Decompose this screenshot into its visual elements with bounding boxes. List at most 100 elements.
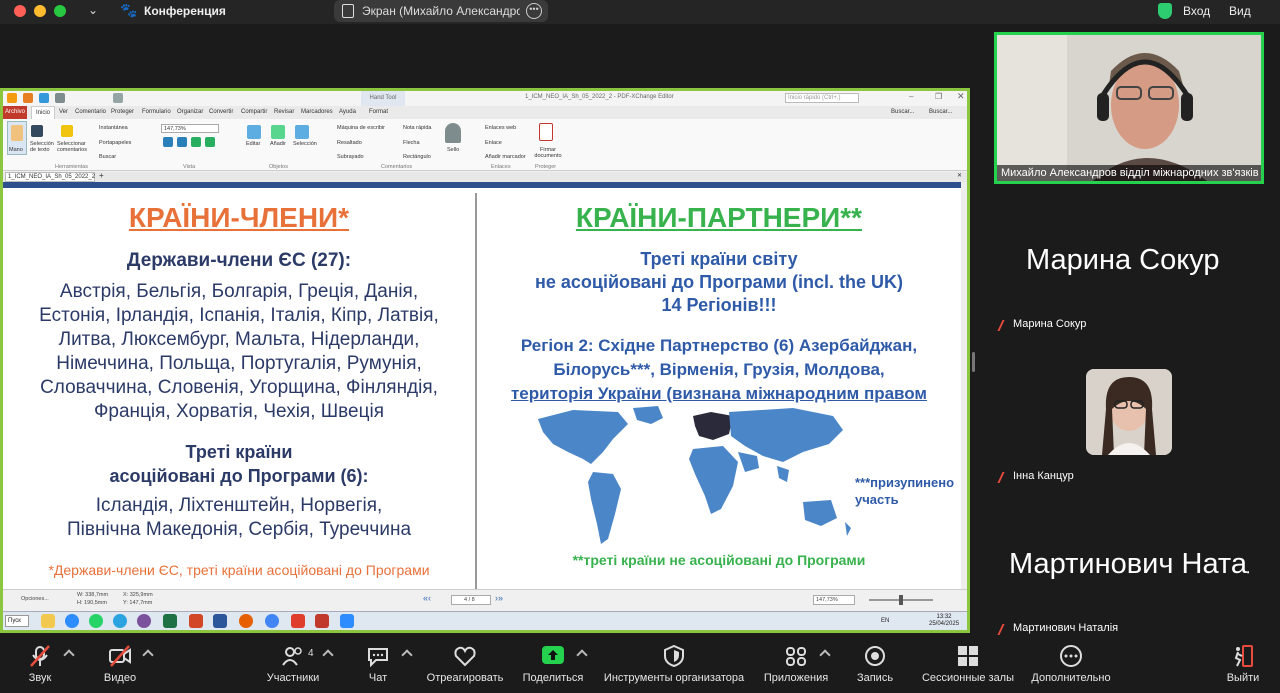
skype-icon[interactable] <box>65 614 79 628</box>
mute-button[interactable]: Звук <box>10 635 70 693</box>
first-page-icon[interactable]: «‹ <box>423 593 431 603</box>
wps-icon[interactable] <box>291 614 305 628</box>
chevron-down-icon[interactable]: ⌄ <box>88 3 98 17</box>
taskbar-clock[interactable]: 13:32 25/04/2025 <box>929 614 959 628</box>
resaltado-button[interactable]: Resaltado <box>337 140 362 146</box>
chat-button[interactable]: Чат <box>350 635 406 693</box>
tab-compartir[interactable]: Compartir <box>241 109 267 115</box>
pdf-restore-button[interactable]: ❐ <box>935 92 942 101</box>
telegram-icon[interactable] <box>113 614 127 628</box>
pdf-minimize-button[interactable]: – <box>909 92 913 101</box>
security-shield-icon[interactable] <box>1158 3 1172 19</box>
react-button[interactable]: Отреагировать <box>420 635 510 693</box>
more-options-icon[interactable]: ••• <box>526 3 542 19</box>
firmar-documento-button[interactable]: Firmar documento <box>533 147 563 159</box>
enlace-button[interactable]: Enlace <box>485 140 502 146</box>
edit-icon[interactable] <box>247 125 261 139</box>
pdf-vertical-scrollbar[interactable] <box>961 182 967 589</box>
screen-share-pill[interactable]: Экран (Михайло Александров) ••• <box>334 0 548 22</box>
host-tools-button[interactable]: Инструменты организатора <box>598 635 750 693</box>
fit-width-icon[interactable] <box>177 137 187 147</box>
buscar-button-1[interactable]: Buscar... <box>891 109 914 115</box>
zoom-app-icon[interactable] <box>340 614 354 628</box>
participant-tile-name[interactable]: Мартинович Наталія <box>1009 548 1249 581</box>
save-icon[interactable] <box>39 93 49 103</box>
rectangulo-button[interactable]: Rectángulo <box>403 154 431 160</box>
document-tab[interactable]: 1_ICM_NEO_IA_Sh_05_2022_2 <box>5 172 95 182</box>
nota-rapida-button[interactable]: Nota rápida <box>403 125 431 131</box>
tab-formulario[interactable]: Formulario <box>142 109 171 115</box>
text-select-icon[interactable] <box>31 125 43 137</box>
rotate-right-icon[interactable] <box>205 137 215 147</box>
tab-archivo[interactable]: Archivo <box>3 106 27 119</box>
anadir-button[interactable]: Añadir <box>270 141 286 147</box>
subrayado-button[interactable]: Subrayado <box>337 154 364 160</box>
seleccion-button[interactable]: Selección <box>293 141 317 147</box>
tab-inicio[interactable]: Inicio <box>31 106 56 119</box>
status-zoom-input[interactable]: 147,73% <box>813 595 855 605</box>
chrome-icon[interactable] <box>265 614 279 628</box>
zoom-input[interactable]: 147,73% <box>161 124 219 133</box>
tab-organizar[interactable]: Organizar <box>177 109 203 115</box>
maximize-window-button[interactable] <box>54 5 66 17</box>
firefox-icon[interactable] <box>239 614 253 628</box>
viber-icon[interactable] <box>137 614 151 628</box>
powerpoint-icon[interactable] <box>189 614 203 628</box>
tab-comentario[interactable]: Comentario <box>75 109 106 115</box>
video-button[interactable]: Видео <box>88 635 152 693</box>
page-number-input[interactable]: 4 / 8 <box>451 595 491 605</box>
pdf-close-button[interactable]: ✕ <box>957 91 965 102</box>
active-speaker-tile[interactable]: Михайло Александров відділ міжнародних з… <box>994 32 1264 184</box>
opciones-button[interactable]: Opciones... <box>21 596 49 602</box>
tab-ver[interactable]: Ver <box>59 109 68 115</box>
tab-convertir[interactable]: Convertir <box>209 109 233 115</box>
participant-avatar[interactable] <box>1086 369 1172 455</box>
breakout-rooms-button[interactable]: Сессионные залы <box>916 635 1020 693</box>
maquina-button[interactable]: Máquina de escribir <box>337 125 385 131</box>
participant-tile-name[interactable]: Марина Сокур <box>1026 244 1220 277</box>
portapapeles-button[interactable]: Portapapeles <box>99 140 131 146</box>
start-button[interactable]: Пуск <box>5 615 29 627</box>
record-button[interactable]: Запись <box>848 635 902 693</box>
close-document-icon[interactable]: ✕ <box>957 172 962 179</box>
word-icon[interactable] <box>213 614 227 628</box>
print-icon[interactable] <box>55 93 65 103</box>
explorer-icon[interactable] <box>41 614 55 628</box>
quick-launch-input[interactable]: Inicio rápido (Ctrl+.) <box>785 93 859 103</box>
enlaces-web-button[interactable]: Enlaces web <box>485 125 516 131</box>
add-icon[interactable] <box>271 125 285 139</box>
new-tab-icon[interactable]: + <box>99 171 104 180</box>
minimize-window-button[interactable] <box>34 5 46 17</box>
zoom-slider-thumb[interactable] <box>899 595 903 605</box>
excel-icon[interactable] <box>163 614 177 628</box>
panel-resize-handle[interactable] <box>972 352 975 372</box>
tab-revisar[interactable]: Revisar <box>274 109 294 115</box>
view-menu-button[interactable]: Вид <box>1229 4 1251 18</box>
tab-proteger[interactable]: Proteger <box>111 109 134 115</box>
share-screen-button[interactable]: Поделиться <box>516 635 590 693</box>
pdf-editor-icon[interactable] <box>315 614 329 628</box>
stamp-icon[interactable] <box>445 123 461 143</box>
language-indicator[interactable]: EN <box>881 618 889 624</box>
whatsapp-icon[interactable] <box>89 614 103 628</box>
tab-ayuda[interactable]: Ayuda <box>339 109 356 115</box>
undo-icon[interactable] <box>113 93 123 103</box>
fit-page-icon[interactable] <box>163 137 173 147</box>
leave-button[interactable]: Выйти <box>1218 635 1268 693</box>
sello-button[interactable]: Sello <box>447 147 459 153</box>
selection-icon[interactable] <box>295 125 309 139</box>
buscar-button-2[interactable]: Buscar... <box>929 109 952 115</box>
tab-format[interactable]: Format <box>369 109 388 115</box>
participants-button[interactable]: 4 Участники <box>258 635 328 693</box>
login-button[interactable]: Вход <box>1183 4 1210 18</box>
flecha-button[interactable]: Flecha <box>403 140 420 146</box>
apps-button[interactable]: Приложения <box>758 635 834 693</box>
select-comments-icon[interactable] <box>61 125 73 137</box>
instantanea-button[interactable]: Instantánea <box>99 125 128 131</box>
rotate-icon[interactable] <box>191 137 201 147</box>
buscar-ribbon-button[interactable]: Buscar <box>99 154 116 160</box>
anadir-marcador-button[interactable]: Añadir marcador <box>485 154 526 160</box>
open-icon[interactable] <box>23 93 33 103</box>
editar-button[interactable]: Editar <box>246 141 260 147</box>
tab-marcadores[interactable]: Marcadores <box>301 109 333 115</box>
